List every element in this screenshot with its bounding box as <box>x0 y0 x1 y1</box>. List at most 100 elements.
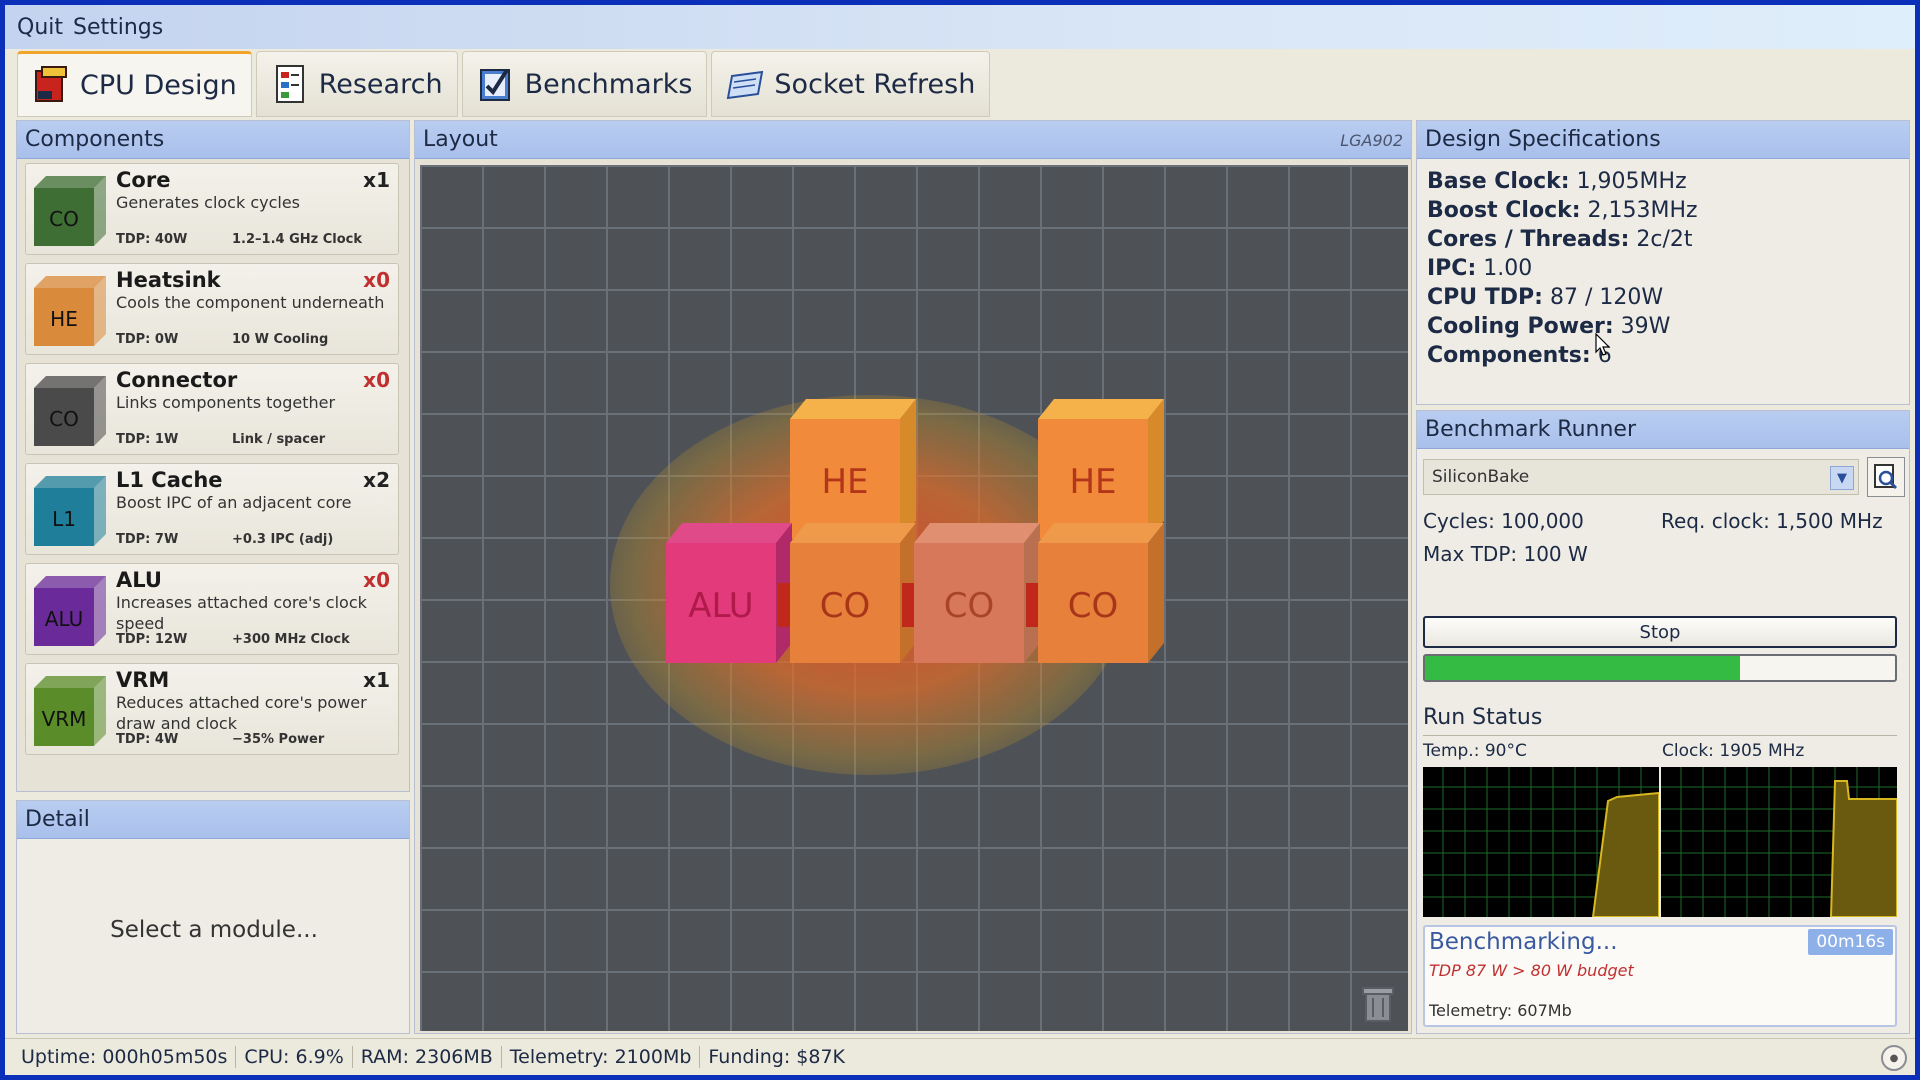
block-co1-label: CO <box>820 586 871 626</box>
benchmark-select-value: SiliconBake <box>1432 467 1530 487</box>
tab-socket-refresh-label: Socket Refresh <box>774 68 976 100</box>
component-desc: Reduces attached core's power draw and c… <box>116 693 367 733</box>
layout-grid[interactable]: HE HE ALU CO CO CO <box>420 165 1408 1031</box>
component-count: x2 <box>363 468 390 492</box>
component-cube-icon: HE <box>34 276 106 346</box>
tab-benchmarks[interactable]: Benchmarks <box>461 51 708 117</box>
status-ram: RAM: 2306MB <box>353 1046 502 1068</box>
benchmark-status-text: Benchmarking... <box>1429 929 1618 955</box>
component-count: x1 <box>363 668 390 692</box>
component-abbr: CO <box>49 407 79 431</box>
temp-graph <box>1423 767 1659 917</box>
component-tdp: TDP: 7W <box>116 532 179 547</box>
stop-button[interactable]: Stop <box>1423 616 1897 648</box>
component-desc: Boost IPC of an adjacent core <box>116 493 352 512</box>
benchmark-progress-fill <box>1425 656 1740 680</box>
detail-placeholder: Select a module... <box>110 917 318 943</box>
block-alu-label: ALU <box>688 586 753 626</box>
clock-graph <box>1661 767 1897 917</box>
socket-refresh-icon <box>727 70 764 100</box>
layout-block-alu[interactable]: ALU <box>666 523 792 663</box>
component-cube-icon: CO <box>34 376 106 446</box>
component-name: ALU <box>116 568 162 592</box>
specs-panel: Design Specifications Base Clock: 1,905M… <box>1416 120 1910 405</box>
component-card[interactable]: CO Connector Links components together x0 TD… <box>25 363 399 455</box>
component-card[interactable]: ALU ALU Increases attached core's clock sp… <box>25 563 399 655</box>
tab-benchmarks-label: Benchmarks <box>524 68 693 100</box>
mouse-cursor-icon <box>1595 333 1611 356</box>
component-tdp: TDP: 1W <box>116 432 179 447</box>
block-he2-label: HE <box>1069 462 1116 502</box>
block-he1-label: HE <box>821 462 868 502</box>
layout-panel: Layout LGA902 HE HE ALU CO CO CO <box>414 120 1412 1034</box>
status-cpu: CPU: 6.9% <box>236 1046 353 1068</box>
divider <box>1423 735 1897 736</box>
settings-dot-icon[interactable]: ● <box>1881 1045 1907 1071</box>
benchmark-req-clock: Req. clock: 1,500 MHz <box>1661 509 1883 533</box>
tab-research[interactable]: Research <box>255 51 458 117</box>
component-abbr: CO <box>49 207 79 231</box>
chevron-down-icon[interactable]: ▼ <box>1830 466 1854 490</box>
inspect-icon <box>1874 464 1898 490</box>
menu-quit[interactable]: Quit <box>17 15 63 40</box>
component-effect: Link / spacer <box>232 432 326 447</box>
block-link <box>1026 583 1040 627</box>
component-abbr: HE <box>50 307 78 331</box>
specs-list: Base Clock: 1,905MHz Boost Clock: 2,153MH… <box>1427 169 1698 372</box>
layout-block-core[interactable]: CO <box>790 523 916 663</box>
component-desc: Links components together <box>116 393 336 412</box>
layout-header: Layout <box>415 121 1411 159</box>
component-count: x0 <box>363 568 390 592</box>
component-abbr: L1 <box>52 507 76 531</box>
status-uptime: Uptime: 000h05m50s <box>13 1046 237 1068</box>
component-tdp: TDP: 40W <box>116 232 188 247</box>
layout-block-core[interactable]: CO <box>914 523 1040 663</box>
component-name: VRM <box>116 668 170 692</box>
spec-value: 1,905MHz <box>1576 169 1687 194</box>
component-tdp: TDP: 0W <box>116 332 179 347</box>
status-telemetry: Telemetry: 2100Mb <box>502 1046 701 1068</box>
tab-socket-refresh[interactable]: Socket Refresh <box>711 51 991 117</box>
component-count: x0 <box>363 368 390 392</box>
component-card[interactable]: HE Heatsink Cools the component underneath… <box>25 263 399 355</box>
status-funding: Funding: $87K <box>708 1046 845 1068</box>
component-tdp: TDP: 12W <box>116 632 188 647</box>
tab-cpu-design-label: CPU Design <box>80 69 237 101</box>
research-icon <box>275 65 304 103</box>
layout-block-heatsink[interactable]: HE <box>790 399 916 539</box>
component-card[interactable]: CO Core Generates clock cycles x1 TDP: 40W 1.… <box>25 163 399 255</box>
menu-settings[interactable]: Settings <box>73 15 163 40</box>
benchmark-select[interactable]: SiliconBake ▼ <box>1423 459 1859 495</box>
component-tdp: TDP: 4W <box>116 732 179 747</box>
component-card[interactable]: L1 L1 Cache Boost IPC of an adjacent core x… <box>25 463 399 555</box>
component-count: x0 <box>363 268 390 292</box>
benchmark-timer: 00m16s <box>1808 929 1893 955</box>
spec-label: Components: <box>1427 343 1591 368</box>
spec-row: Base Clock: 1,905MHz <box>1427 169 1698 194</box>
component-cube-icon: CO <box>34 176 106 246</box>
component-name: L1 Cache <box>116 468 223 492</box>
layout-block-core[interactable]: CO <box>1038 523 1164 663</box>
component-effect: 1.2–1.4 GHz Clock <box>232 232 363 247</box>
component-count: x1 <box>363 168 390 192</box>
component-effect: −35% Power <box>232 732 325 747</box>
layout-block-heatsink[interactable]: HE <box>1038 399 1164 539</box>
trash-icon[interactable] <box>1360 983 1396 1023</box>
spec-value: 1.00 <box>1483 256 1533 281</box>
spec-label: Cores / Threads: <box>1427 227 1630 252</box>
tab-cpu-design[interactable]: CPU Design <box>17 51 252 117</box>
benchmark-inspect-button[interactable] <box>1867 457 1905 497</box>
component-desc: Increases attached core's clock speed <box>116 593 367 633</box>
component-name: Heatsink <box>116 268 221 292</box>
component-cube-icon: VRM <box>34 676 106 746</box>
spec-row: IPC: 1.00 <box>1427 256 1698 281</box>
specs-header: Design Specifications <box>1417 121 1909 159</box>
spec-value: 2c/2t <box>1636 227 1693 252</box>
spec-value: 87 / 120W <box>1549 285 1664 310</box>
spec-label: IPC: <box>1427 256 1477 281</box>
benchmark-max-tdp: Max TDP: 100 W <box>1423 542 1588 566</box>
component-card[interactable]: VRM VRM Reduces attached core's power draw… <box>25 663 399 755</box>
spec-row: Cores / Threads: 2c/2t <box>1427 227 1698 252</box>
clock-readout: Clock: 1905 MHz <box>1662 741 1805 761</box>
benchmark-warning: TDP 87 W > 80 W budget <box>1429 961 1634 980</box>
